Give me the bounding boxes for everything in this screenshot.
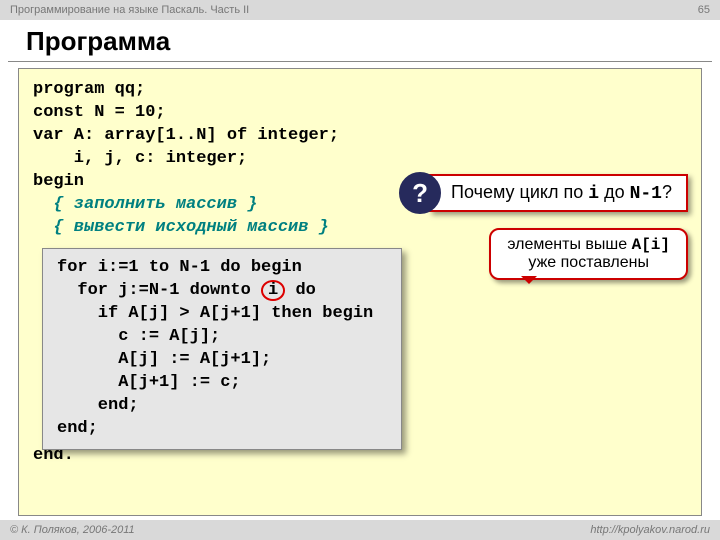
code-line: if A[j] > A[j+1] then begin xyxy=(57,303,387,326)
copyright: © К. Поляков, 2006-2011 xyxy=(10,524,135,536)
code-line: const N = 10; xyxy=(33,102,687,125)
code-line: var A: array[1..N] of integer; xyxy=(33,125,687,148)
speech-line: элементы выше A[i] xyxy=(507,236,670,254)
highlighted-i: i xyxy=(261,280,285,301)
code-line: c := A[j]; xyxy=(57,326,387,349)
header-bar: Программирование на языке Паскаль. Часть… xyxy=(0,0,720,20)
speech-callout: элементы выше A[i] уже поставлены xyxy=(489,228,688,280)
header-left: Программирование на языке Паскаль. Часть… xyxy=(10,4,249,16)
page-number: 65 xyxy=(698,4,710,16)
question-mark-icon: ? xyxy=(399,172,441,214)
algorithm-overlay: for i:=1 to N-1 do begin for j:=N-1 down… xyxy=(42,248,402,450)
page-title: Программа xyxy=(8,20,712,62)
question-text: Почему цикл по i до N-1? xyxy=(429,174,688,212)
code-line: for j:=N-1 downto i do xyxy=(57,280,387,303)
speech-line: уже поставлены xyxy=(507,254,670,272)
code-line: A[j] := A[j+1]; xyxy=(57,349,387,372)
footer-url: http://kpolyakov.narod.ru xyxy=(590,524,710,536)
question-callout: ? Почему цикл по i до N-1? xyxy=(399,172,688,214)
code-line: end; xyxy=(57,418,387,441)
code-line: A[j+1] := c; xyxy=(57,372,387,395)
code-line: i, j, c: integer; xyxy=(33,148,687,171)
footer-bar: © К. Поляков, 2006-2011 http://kpolyakov… xyxy=(0,520,720,540)
code-line: end; xyxy=(57,395,387,418)
code-line: for i:=1 to N-1 do begin xyxy=(57,257,387,280)
code-line: program qq; xyxy=(33,79,687,102)
